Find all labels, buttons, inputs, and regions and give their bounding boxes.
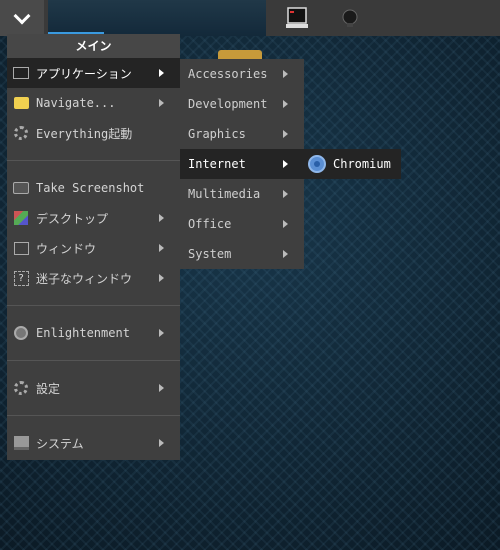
menu-item-applications[interactable]: アプリケーション: [7, 58, 180, 88]
submenu-item-accessories[interactable]: Accessories: [180, 59, 304, 89]
power-tray-icon[interactable]: [340, 8, 360, 28]
submenu-item-label: Development: [188, 97, 268, 111]
submenu-item-label: Internet: [188, 157, 246, 171]
submenu-item-internet[interactable]: Internet: [180, 149, 304, 179]
system-icon: [13, 435, 29, 451]
menu-separator: [7, 415, 180, 416]
chevron-right-icon: [283, 250, 288, 258]
submenu-item-label: Office: [188, 217, 232, 231]
chevron-right-icon: [159, 384, 164, 392]
main-menu-button[interactable]: [0, 0, 44, 36]
menu-title: メイン: [7, 34, 180, 58]
menu-separator: [7, 160, 180, 161]
internet-submenu: Chromium: [304, 149, 401, 179]
app-item-label: Chromium: [333, 157, 391, 171]
menu-item-window[interactable]: ウィンドウ: [7, 233, 180, 263]
menu-item-label: Enlightenment: [36, 326, 130, 340]
chevron-right-icon: [159, 99, 164, 107]
applications-submenu: Accessories Development Graphics Interne…: [180, 59, 304, 269]
lost-window-icon: ?: [13, 270, 29, 286]
enlightenment-icon: [13, 325, 29, 341]
chevron-right-icon: [159, 439, 164, 447]
chevron-right-icon: [283, 130, 288, 138]
chevron-right-icon: [159, 329, 164, 337]
menu-separator: [7, 305, 180, 306]
submenu-item-graphics[interactable]: Graphics: [180, 119, 304, 149]
menu-item-label: 迷子なウィンドウ: [36, 271, 133, 286]
menu-item-enlightenment[interactable]: Enlightenment: [7, 318, 180, 348]
gear-icon: [13, 125, 29, 141]
menu-item-label: アプリケーション: [36, 66, 132, 81]
window-icon: [13, 240, 29, 256]
menu-item-label: Everything起動: [36, 126, 133, 141]
chromium-icon: [308, 155, 326, 173]
menu-item-label: Navigate...: [36, 96, 116, 110]
menu-item-take-screenshot[interactable]: Take Screenshot: [7, 173, 180, 203]
menu-item-system[interactable]: システム: [7, 428, 180, 458]
terminal-icon: [13, 65, 29, 81]
folder-icon: [13, 95, 29, 111]
menu-item-navigate[interactable]: Navigate...: [7, 88, 180, 118]
submenu-item-development[interactable]: Development: [180, 89, 304, 119]
submenu-item-system[interactable]: System: [180, 239, 304, 269]
chevron-right-icon: [283, 160, 288, 168]
submenu-item-label: Multimedia: [188, 187, 261, 201]
menu-item-lost-windows[interactable]: ? 迷子なウィンドウ: [7, 263, 180, 293]
menu-item-label: 設定: [36, 381, 61, 396]
menu-item-label: Take Screenshot: [36, 181, 145, 195]
submenu-item-label: Accessories: [188, 67, 268, 81]
submenu-item-multimedia[interactable]: Multimedia: [180, 179, 304, 209]
chevron-right-icon: [159, 214, 164, 222]
top-shelf: [0, 0, 500, 36]
chevron-right-icon: [159, 274, 164, 282]
submenu-item-office[interactable]: Office: [180, 209, 304, 239]
app-item-chromium[interactable]: Chromium: [304, 149, 401, 179]
menu-item-desktop[interactable]: デスクトップ: [7, 203, 180, 233]
desktop-icon: [13, 210, 29, 226]
menu-item-label: システム: [36, 436, 84, 451]
settings-icon: [13, 380, 29, 396]
menu-item-label: ウィンドウ: [36, 241, 97, 256]
main-menu: メイン アプリケーション Navigate... Everything起動 Ta…: [7, 34, 180, 460]
submenu-item-label: System: [188, 247, 232, 261]
chevron-right-icon: [283, 220, 288, 228]
menu-item-settings[interactable]: 設定: [7, 373, 180, 403]
menu-item-label: デスクトップ: [36, 211, 109, 226]
menu-separator: [7, 360, 180, 361]
chevron-right-icon: [283, 100, 288, 108]
camera-icon: [13, 180, 29, 196]
chevron-right-icon: [283, 70, 288, 78]
chevron-right-icon: [283, 190, 288, 198]
chevron-down-icon: [13, 7, 31, 24]
desktop-pager[interactable]: [48, 0, 266, 36]
terminal-tray-icon[interactable]: [286, 6, 308, 30]
menu-item-everything[interactable]: Everything起動: [7, 118, 180, 148]
chevron-right-icon: [159, 244, 164, 252]
submenu-item-label: Graphics: [188, 127, 246, 141]
chevron-right-icon: [159, 69, 164, 77]
